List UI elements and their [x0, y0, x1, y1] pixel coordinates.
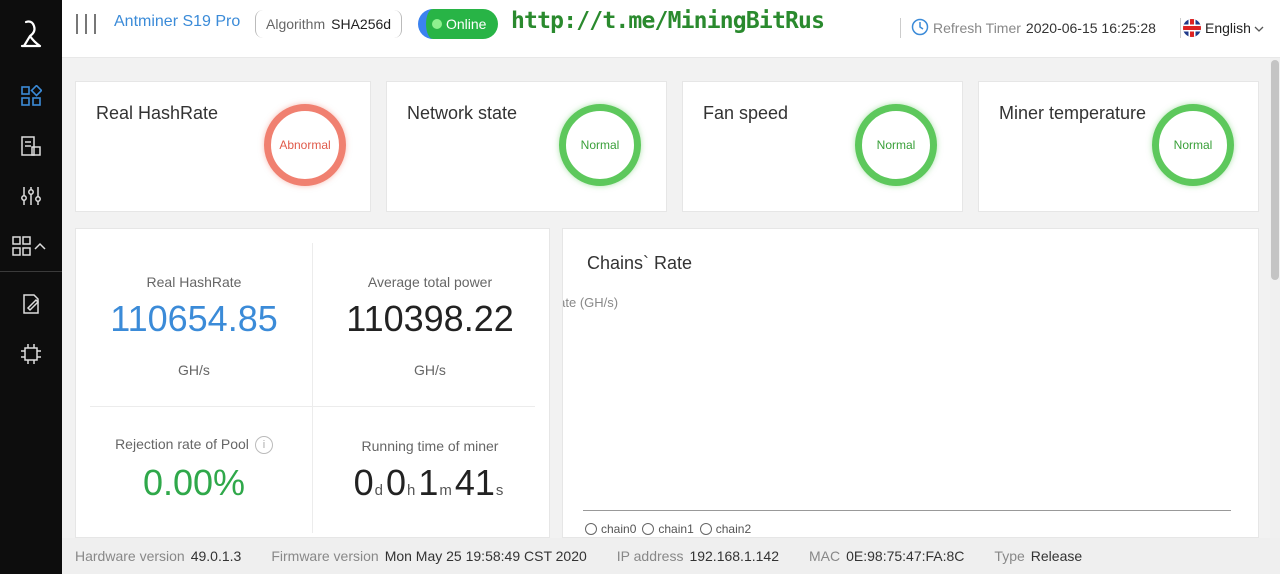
status-ring: Normal: [559, 104, 641, 186]
algorithm-badge: Algorithm SHA256d: [255, 10, 403, 38]
type-value: Release: [1030, 548, 1083, 564]
hardware-version-value: 49.0.1.3: [190, 548, 242, 564]
status-card-title: Network state: [407, 103, 518, 123]
list-icon[interactable]: [0, 124, 62, 168]
apps-icon[interactable]: [0, 224, 62, 268]
header: Antminer S19 Pro Algorithm SHA256d Onlin…: [62, 0, 1280, 58]
stat-label: Average total power: [367, 274, 493, 290]
chart-x-axis: [583, 510, 1231, 511]
scrollbar-thumb[interactable]: [1271, 60, 1279, 280]
refresh-timer-value: 2020-06-15 16:25:28: [1025, 20, 1156, 36]
legend-circle-icon: [585, 523, 597, 535]
dashboard-icon[interactable]: [0, 74, 62, 118]
legend-circle-icon: [642, 523, 655, 535]
edit-icon[interactable]: [0, 282, 62, 326]
stat-average-power: Average total power 110398.22 GH/s: [312, 274, 548, 378]
mac-label: MAC: [808, 548, 841, 564]
stat-real-hashrate: Real HashRate 110654.85 GH/s: [76, 274, 312, 378]
stat-label: Real HashRate: [146, 274, 242, 290]
status-card-title: Fan speed: [703, 103, 789, 123]
status-card-title: Real HashRate: [96, 103, 219, 123]
menu-toggle-icon[interactable]: [76, 14, 96, 34]
status-label: Online: [446, 16, 487, 32]
hardware-version-label: Hardware version: [75, 548, 185, 564]
language-selector[interactable]: English: [1180, 18, 1264, 38]
refresh-timer-label: Refresh Timer: [933, 20, 1021, 36]
runtime-minutes-unit: m: [439, 482, 452, 499]
chip-icon[interactable]: [0, 332, 62, 376]
page-scrollbar[interactable]: [1270, 58, 1280, 538]
chains-rate-title: Chains` Rate: [587, 253, 693, 273]
status-card-network: Network state Normal: [386, 81, 667, 212]
legend-item-chain1[interactable]: chain1: [642, 522, 694, 536]
stat-value: 110654.85: [110, 298, 278, 339]
type-label: Type: [994, 548, 1025, 564]
legend-item-chain0[interactable]: chain0: [585, 522, 636, 536]
sidebar-divider: [0, 271, 62, 272]
divider: [90, 406, 535, 407]
legend-circle-icon: [699, 523, 712, 535]
mac-value: 0E:98:75:47:FA:8C: [846, 548, 965, 564]
stat-label: Rejection rate of Pool: [115, 436, 249, 452]
algorithm-value: SHA256d: [331, 16, 392, 32]
runtime-seconds-unit: s: [495, 482, 504, 499]
online-status-toggle[interactable]: Online: [418, 9, 498, 39]
stats-panel: Real HashRate 110654.85 GH/s Average tot…: [75, 228, 550, 538]
runtime-minutes: 1: [418, 462, 439, 503]
firmware-version-label: Firmware version: [271, 548, 379, 564]
stat-value: 0.00%: [142, 462, 246, 504]
ip-address-label: IP address: [616, 548, 684, 564]
stat-running-time: Running time of miner 0d0h1m41s: [312, 438, 548, 504]
chains-rate-panel: Chains` Rate n rate (GH/s) chain0 chain1…: [562, 228, 1259, 538]
footer-info-bar: Hardware version 49.0.1.3 Firmware versi…: [62, 538, 1280, 574]
legend-label: chain2: [715, 522, 752, 536]
uk-flag-icon: [1183, 19, 1201, 37]
algorithm-label: Algorithm: [266, 16, 326, 32]
runtime-days-unit: d: [374, 482, 383, 499]
refresh-timer-icon: [911, 18, 929, 39]
status-card-temperature: Miner temperature Normal: [978, 81, 1259, 212]
stat-value: 110398.22: [346, 298, 514, 339]
status-card-title: Miner temperature: [999, 103, 1147, 123]
status-dot: [432, 19, 442, 29]
ip-address-value: 192.168.1.142: [689, 548, 779, 564]
stat-unit: GH/s: [178, 362, 210, 378]
settings-sliders-icon[interactable]: [0, 174, 62, 218]
watermark-url: http://t.me/MiningBitRus: [511, 8, 825, 34]
miner-model: Antminer S19 Pro: [114, 13, 241, 30]
status-ring: Abnormal: [264, 104, 346, 186]
status-card-hashrate: Real HashRate Abnormal: [75, 81, 371, 212]
legend-label: chain1: [658, 522, 694, 536]
chart-legend: chain0 chain1 chain2: [585, 522, 757, 536]
runtime-value: 0d0h1m41s: [312, 462, 548, 504]
runtime-hours: 0: [385, 462, 406, 503]
status-ring: Normal: [855, 104, 937, 186]
legend-label: chain0: [601, 522, 637, 536]
stat-rejection-rate: Rejection rate of Pool i 0.00%: [76, 436, 312, 504]
chevron-down-icon: [1254, 20, 1264, 36]
status-ring: Normal: [1152, 104, 1234, 186]
language-label: English: [1205, 20, 1251, 36]
runtime-hours-unit: h: [406, 482, 416, 499]
refresh-timer[interactable]: Refresh Timer 2020-06-15 16:25:28: [900, 18, 1156, 38]
stat-label: Running time of miner: [361, 438, 499, 454]
sidebar: [0, 0, 62, 574]
stat-label-row: Rejection rate of Pool i: [76, 436, 312, 455]
logo-icon: [0, 0, 62, 68]
chains-rate-y-axis-label: n rate (GH/s): [563, 295, 619, 310]
runtime-seconds: 41: [454, 462, 495, 503]
status-card-fan: Fan speed Normal: [682, 81, 963, 212]
stat-unit: GH/s: [414, 362, 446, 378]
runtime-days: 0: [353, 462, 374, 503]
legend-item-chain2[interactable]: chain2: [699, 522, 752, 536]
firmware-version-value: Mon May 25 19:58:49 CST 2020: [384, 548, 587, 564]
info-icon[interactable]: i: [254, 436, 273, 455]
